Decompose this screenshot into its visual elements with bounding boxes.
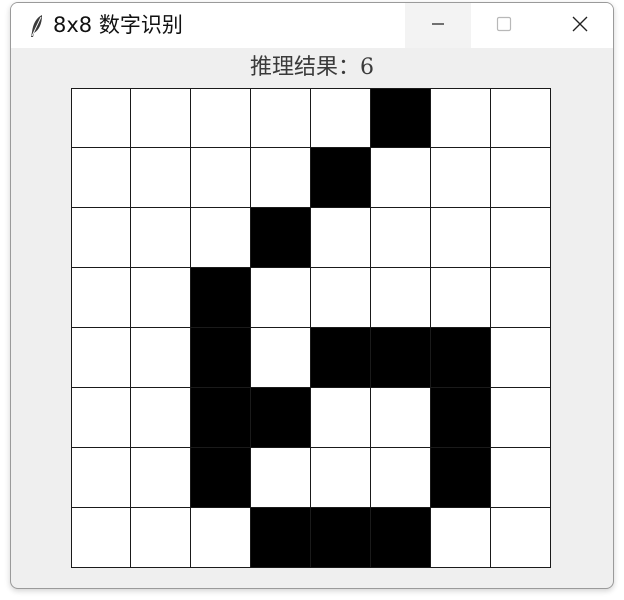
pixel-cell[interactable] — [431, 388, 491, 448]
pixel-cell[interactable] — [131, 88, 191, 148]
pixel-cell[interactable] — [71, 328, 131, 388]
pixel-cell[interactable] — [311, 328, 371, 388]
app-window: 8x8 数字识别 推理结果：6 — [10, 2, 614, 589]
pixel-cell[interactable] — [311, 88, 371, 148]
pixel-cell[interactable] — [251, 208, 311, 268]
pixel-cell[interactable] — [311, 208, 371, 268]
pixel-cell[interactable] — [311, 448, 371, 508]
pixel-cell[interactable] — [371, 448, 431, 508]
pixel-cell[interactable] — [431, 328, 491, 388]
feather-icon — [27, 13, 47, 39]
pixel-cell[interactable] — [371, 148, 431, 208]
pixel-cell[interactable] — [311, 508, 371, 568]
inference-result-label: 推理结果：6 — [250, 55, 374, 80]
pixel-cell[interactable] — [431, 208, 491, 268]
pixel-cell[interactable] — [191, 388, 251, 448]
pixel-cell[interactable] — [191, 328, 251, 388]
pixel-cell[interactable] — [251, 448, 311, 508]
pixel-cell[interactable] — [371, 508, 431, 568]
pixel-cell[interactable] — [131, 208, 191, 268]
pixel-cell[interactable] — [71, 448, 131, 508]
pixel-cell[interactable] — [491, 268, 551, 328]
pixel-cell[interactable] — [371, 388, 431, 448]
pixel-cell[interactable] — [131, 388, 191, 448]
pixel-cell[interactable] — [131, 448, 191, 508]
pixel-cell[interactable] — [71, 148, 131, 208]
pixel-cell[interactable] — [491, 208, 551, 268]
pixel-cell[interactable] — [311, 148, 371, 208]
maximize-icon — [496, 16, 512, 36]
pixel-cell[interactable] — [491, 328, 551, 388]
pixel-cell[interactable] — [251, 268, 311, 328]
pixel-cell[interactable] — [71, 508, 131, 568]
pixel-cell[interactable] — [71, 208, 131, 268]
drawing-canvas[interactable] — [71, 88, 551, 568]
pixel-cell[interactable] — [311, 268, 371, 328]
pixel-cell[interactable] — [371, 268, 431, 328]
pixel-cell[interactable] — [371, 88, 431, 148]
pixel-cell[interactable] — [251, 88, 311, 148]
pixel-cell[interactable] — [431, 448, 491, 508]
pixel-cell[interactable] — [491, 88, 551, 148]
pixel-cell[interactable] — [491, 148, 551, 208]
pixel-cell[interactable] — [251, 328, 311, 388]
close-button[interactable] — [547, 3, 613, 48]
pixel-cell[interactable] — [491, 388, 551, 448]
pixel-cell[interactable] — [71, 88, 131, 148]
pixel-cell[interactable] — [251, 388, 311, 448]
pixel-cell[interactable] — [191, 268, 251, 328]
pixel-cell[interactable] — [311, 388, 371, 448]
minimize-button[interactable] — [405, 3, 471, 48]
pixel-cell[interactable] — [191, 88, 251, 148]
pixel-cell[interactable] — [491, 448, 551, 508]
close-icon — [571, 15, 589, 37]
pixel-cell[interactable] — [131, 268, 191, 328]
window-title: 8x8 数字识别 — [53, 13, 183, 37]
pixel-cell[interactable] — [131, 148, 191, 208]
pixel-cell[interactable] — [431, 508, 491, 568]
title-bar[interactable]: 8x8 数字识别 — [11, 3, 613, 48]
pixel-cell[interactable] — [251, 508, 311, 568]
minimize-icon — [430, 16, 446, 36]
pixel-cell[interactable] — [251, 148, 311, 208]
pixel-cell[interactable] — [191, 448, 251, 508]
pixel-cell[interactable] — [191, 208, 251, 268]
pixel-cell[interactable] — [131, 508, 191, 568]
pixel-cell[interactable] — [431, 268, 491, 328]
pixel-cell[interactable] — [191, 148, 251, 208]
pixel-cell[interactable] — [431, 148, 491, 208]
pixel-cell[interactable] — [491, 508, 551, 568]
maximize-button[interactable] — [471, 3, 537, 48]
pixel-cell[interactable] — [191, 508, 251, 568]
pixel-cell[interactable] — [431, 88, 491, 148]
pixel-cell[interactable] — [371, 328, 431, 388]
pixel-cell[interactable] — [371, 208, 431, 268]
pixel-cell[interactable] — [131, 328, 191, 388]
pixel-cell[interactable] — [71, 388, 131, 448]
pixel-cell[interactable] — [71, 268, 131, 328]
